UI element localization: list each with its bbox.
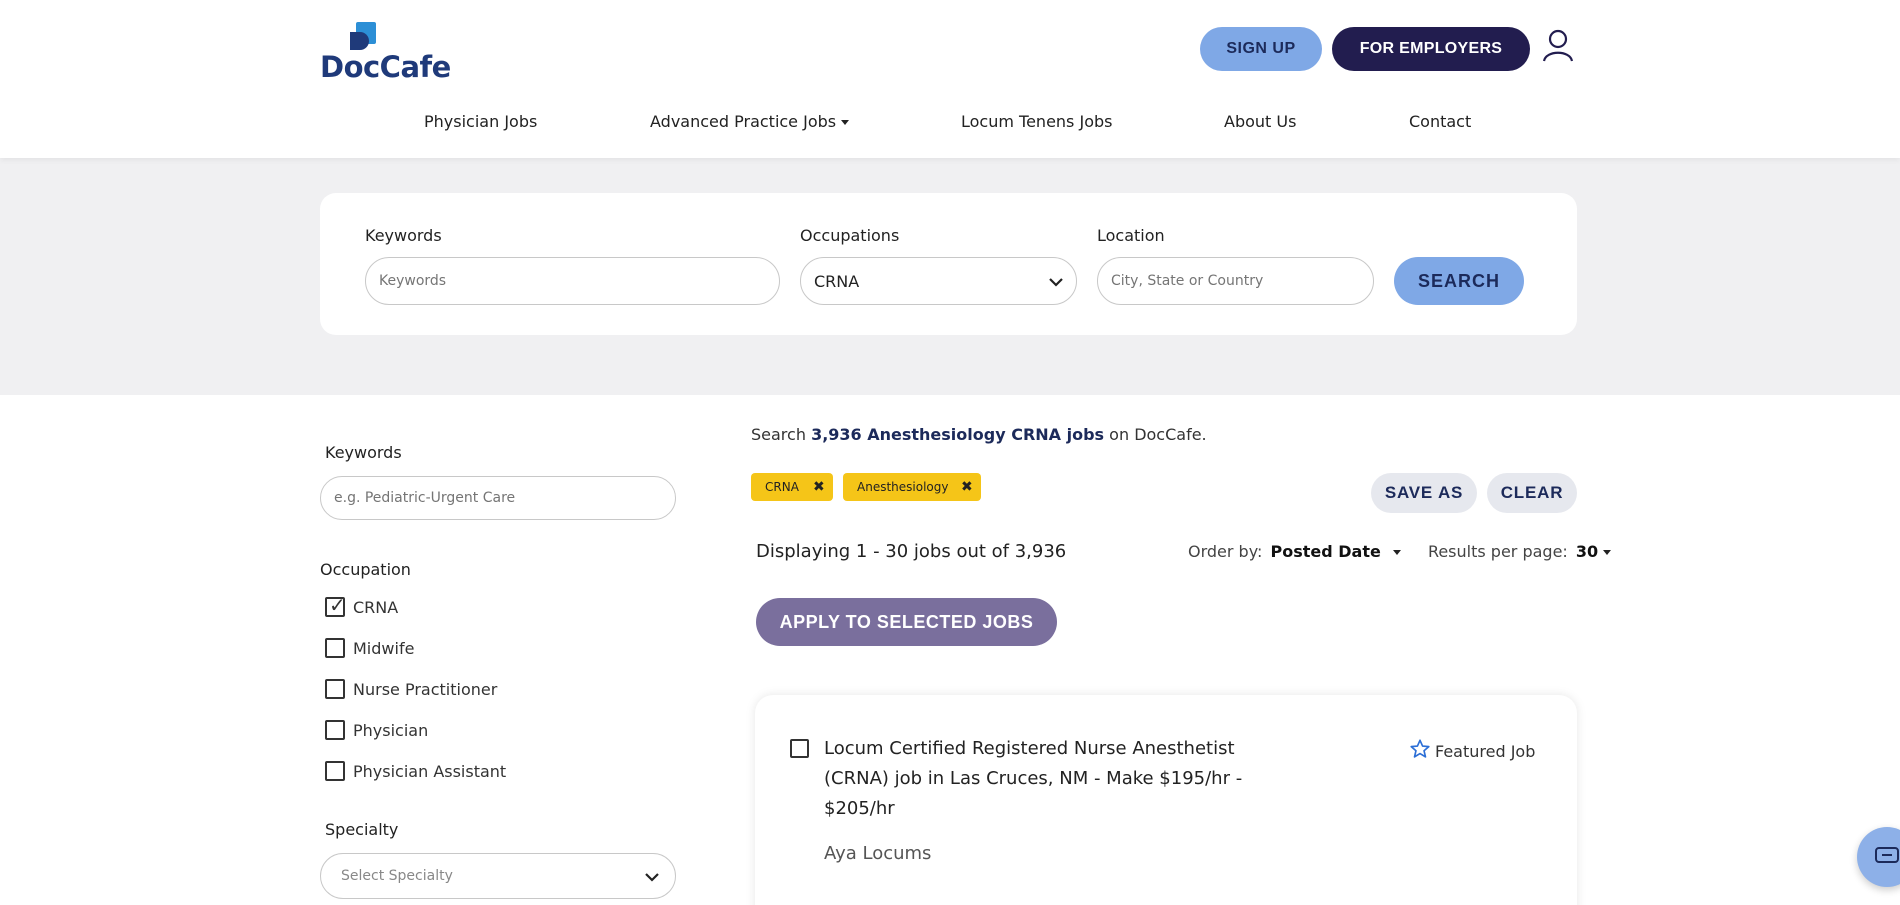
per-page-value: 30 — [1575, 542, 1599, 561]
main-nav: Physician Jobs Advanced Practice Jobs Lo… — [0, 112, 1900, 142]
checkbox-midwife[interactable] — [325, 638, 345, 658]
sidebar-keywords-input[interactable] — [320, 476, 676, 520]
logo-wordmark: DocCafe — [320, 50, 451, 84]
caret-down-icon — [1603, 550, 1612, 555]
checkbox-crna[interactable]: ✓ — [325, 593, 346, 617]
summary-suffix: on DocCafe. — [1109, 425, 1207, 444]
filter-tag-crna: CRNA ✖ — [751, 473, 833, 501]
featured-job-badge: Featured Job — [1409, 738, 1535, 761]
occupation-option-label: Physician — [353, 721, 429, 740]
specialty-select-placeholder: Select Specialty — [341, 868, 453, 884]
logo-mark-icon — [350, 22, 376, 50]
chevron-down-icon — [1049, 278, 1063, 287]
location-input[interactable] — [1097, 257, 1374, 305]
order-by-select[interactable]: Posted Date — [1271, 542, 1401, 561]
job-title-link[interactable]: Locum Certified Registered Nurse Anesthe… — [824, 734, 1244, 824]
search-summary: Search 3,936 Anesthesiology CRNA jobs on… — [751, 425, 1207, 444]
job-company[interactable]: Aya Locums — [824, 843, 931, 864]
search-button[interactable]: SEARCH — [1394, 257, 1524, 305]
nav-advanced-practice-label: Advanced Practice Jobs — [650, 112, 837, 131]
nav-about-us[interactable]: About Us — [1224, 112, 1296, 131]
sign-up-button[interactable]: SIGN UP — [1200, 27, 1322, 71]
chat-launcher-button[interactable] — [1857, 827, 1900, 887]
sidebar-specialty-label: Specialty — [325, 820, 399, 839]
user-account-icon[interactable] — [1541, 28, 1575, 62]
star-icon — [1410, 739, 1430, 758]
sort-controls: Order by: Posted Date Results per page: … — [1188, 542, 1612, 561]
chevron-down-icon — [645, 873, 659, 882]
checkbox-physician-assistant[interactable] — [325, 761, 345, 781]
sidebar-keywords-label: Keywords — [325, 443, 402, 462]
keywords-label: Keywords — [365, 226, 442, 245]
nav-locum-tenens-jobs[interactable]: Locum Tenens Jobs — [961, 112, 1112, 131]
for-employers-button[interactable]: FOR EMPLOYERS — [1332, 27, 1530, 71]
remove-tag-icon[interactable]: ✖ — [813, 473, 825, 501]
checkmark-icon: ✓ — [329, 593, 346, 617]
occupation-option-label: Nurse Practitioner — [353, 680, 498, 699]
featured-job-label: Featured Job — [1435, 742, 1536, 761]
apply-selected-jobs-button[interactable]: APPLY TO SELECTED JOBS — [756, 598, 1057, 646]
summary-count: 3,936 Anesthesiology CRNA jobs — [811, 425, 1105, 444]
occupation-option-label: Midwife — [353, 639, 415, 658]
caret-down-icon — [841, 120, 850, 125]
occupation-option-label: CRNA — [353, 598, 399, 617]
caret-down-icon — [1392, 550, 1401, 555]
sidebar-occupation-label: Occupation — [320, 560, 411, 579]
order-by-label: Order by: — [1188, 542, 1263, 561]
checkbox-physician[interactable] — [325, 720, 345, 740]
per-page-select[interactable]: 30 — [1575, 542, 1612, 561]
location-label: Location — [1097, 226, 1165, 245]
nav-advanced-practice-jobs[interactable]: Advanced Practice Jobs — [650, 112, 850, 131]
occupations-select[interactable]: CRNA — [800, 257, 1077, 305]
filter-tag-label: CRNA — [765, 480, 799, 494]
chat-bubble-icon — [1875, 847, 1899, 863]
occupations-label: Occupations — [800, 226, 900, 245]
remove-tag-icon[interactable]: ✖ — [961, 473, 973, 501]
keywords-input[interactable] — [365, 257, 780, 305]
site-header: DocCafe SIGN UP FOR EMPLOYERS Physician … — [0, 0, 1900, 158]
save-as-button[interactable]: SAVE AS — [1371, 473, 1477, 513]
occupation-option-label: Physician Assistant — [353, 762, 507, 781]
results-count: Displaying 1 - 30 jobs out of 3,936 — [756, 541, 1067, 562]
occupations-select-value: CRNA — [814, 272, 860, 291]
checkbox-nurse-practitioner[interactable] — [325, 679, 345, 699]
summary-prefix: Search — [751, 425, 806, 444]
nav-contact[interactable]: Contact — [1409, 112, 1471, 131]
clear-button[interactable]: CLEAR — [1487, 473, 1577, 513]
filter-tag-anesthesiology: Anesthesiology ✖ — [843, 473, 981, 501]
order-by-value: Posted Date — [1270, 542, 1381, 561]
specialty-select[interactable]: Select Specialty — [320, 853, 676, 899]
filter-tag-label: Anesthesiology — [857, 480, 949, 494]
doccafe-logo[interactable]: DocCafe — [320, 20, 451, 84]
per-page-label: Results per page: — [1427, 542, 1568, 561]
job-select-checkbox[interactable] — [790, 739, 809, 758]
nav-physician-jobs[interactable]: Physician Jobs — [424, 112, 537, 131]
